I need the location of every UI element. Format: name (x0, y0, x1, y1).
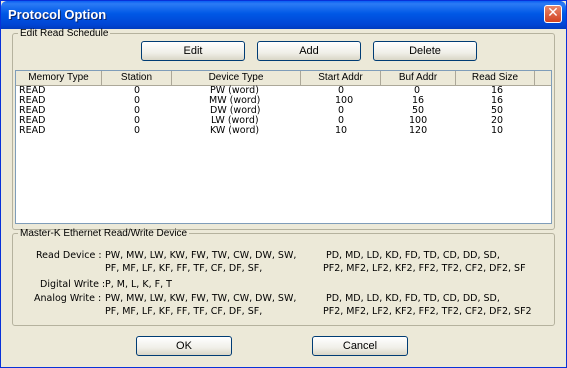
edit-button[interactable]: Edit (141, 41, 245, 61)
delete-button[interactable]: Delete (373, 41, 477, 61)
read-schedule-list[interactable]: Memory Type Station Device Type Start Ad… (15, 70, 552, 224)
read-device-list-2a: PF, MF, LF, KF, FF, TF, CF, DF, SF, (105, 263, 263, 274)
add-button[interactable]: Add (257, 41, 361, 61)
analog-write-list-2a: PF, MF, LF, KF, FF, TF, CF, DF, SF, (105, 306, 263, 317)
read-device-list-1b: PD, MD, LD, KD, FD, TD, CD, DD, SD, (326, 250, 500, 261)
table-row[interactable]: READ 0 PW (word) 0 0 16 (16, 86, 551, 96)
device-info-legend: Master-K Ethernet Read/Write Device (20, 228, 188, 239)
digital-write-label: Digital Write : (40, 279, 106, 290)
cell-buf-addr: 120 (409, 125, 428, 136)
analog-write-list-1a: PW, MW, LW, KW, FW, TW, CW, DW, SW, (105, 293, 297, 304)
window-title: Protocol Option (8, 7, 107, 22)
title-bar[interactable]: Protocol Option ✕ (1, 1, 566, 29)
ok-button[interactable]: OK (136, 336, 232, 356)
analog-write-list-1b: PD, MD, LD, KD, FD, TD, CD, DD, SD, (326, 293, 500, 304)
cancel-button[interactable]: Cancel (312, 336, 408, 356)
table-row[interactable]: READ 0 DW (word) 0 50 50 (16, 106, 551, 116)
table-row[interactable]: READ 0 KW (word) 10 120 10 (16, 126, 551, 136)
column-header-start-addr[interactable]: Start Addr (301, 71, 381, 85)
digital-write-list: P, M, L, K, F, T (105, 279, 172, 290)
read-device-label: Read Device : (36, 250, 102, 261)
close-icon[interactable]: ✕ (544, 5, 562, 23)
column-header-buf-addr[interactable]: Buf Addr (381, 71, 456, 85)
cell-start-addr: 10 (335, 125, 348, 136)
list-header: Memory Type Station Device Type Start Ad… (16, 71, 551, 86)
table-row[interactable]: READ 0 LW (word) 0 100 20 (16, 116, 551, 126)
column-header-memory-type[interactable]: Memory Type (16, 71, 102, 85)
table-row[interactable]: READ 0 MW (word) 100 16 16 (16, 96, 551, 106)
column-header-read-size[interactable]: Read Size (456, 71, 535, 85)
cell-memory-type: READ (19, 125, 46, 136)
read-device-list-2b: PF2, MF2, LF2, KF2, FF2, TF2, CF2, DF2, … (323, 263, 526, 274)
cell-station: 0 (134, 125, 141, 136)
analog-write-list-2b: PF2, MF2, LF2, KF2, FF2, TF2, CF2, DF2, … (323, 306, 532, 317)
cell-read-size: 10 (491, 125, 504, 136)
edit-read-schedule-legend: Edit Read Schedule (20, 28, 109, 39)
read-device-list-1a: PW, MW, LW, KW, FW, TW, CW, DW, SW, (105, 250, 297, 261)
column-header-station[interactable]: Station (102, 71, 172, 85)
protocol-option-dialog: Protocol Option ✕ Edit Read Schedule Edi… (0, 0, 567, 368)
analog-write-label: Analog Write : (34, 293, 102, 304)
column-header-device-type[interactable]: Device Type (172, 71, 301, 85)
cell-device-type: KW (word) (210, 125, 260, 136)
